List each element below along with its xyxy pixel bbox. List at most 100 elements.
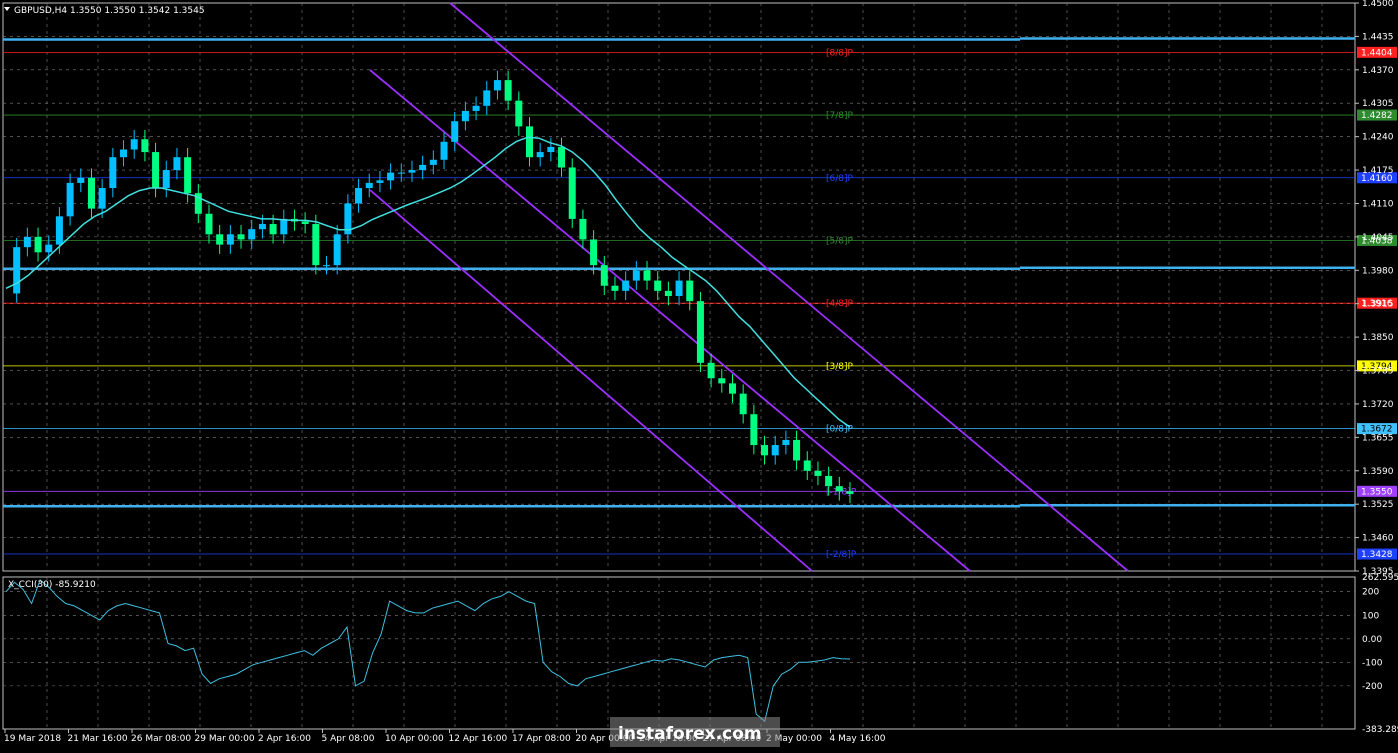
candle-body: [803, 460, 811, 471]
cci-line: [5, 579, 851, 723]
candle-body: [664, 290, 672, 296]
level-price-tag: 1.4282: [1361, 111, 1393, 121]
candle-body: [429, 159, 437, 165]
price-tick-label: 1.4240: [1362, 133, 1394, 143]
candle-body: [750, 414, 758, 446]
indicator-tick-label: -383.2898: [1362, 725, 1398, 735]
candle-body: [13, 247, 21, 294]
level-label: [8/8]P: [826, 48, 854, 58]
level-label: [5/8]P: [826, 236, 854, 246]
candle-body: [451, 121, 459, 142]
candle-body: [258, 224, 266, 230]
candle-body: [205, 213, 213, 235]
time-tick-label: 12 Apr 16:00: [449, 734, 508, 744]
price-tick-label: 1.3460: [1362, 534, 1394, 544]
candle-body: [216, 234, 224, 245]
price-tick-label: 1.3590: [1362, 467, 1394, 477]
price-chart[interactable]: [8/8]P 1.4404[7/8]P 1.4282[6/8]P 1.4160[5/8…: [0, 0, 1398, 749]
candle-body: [130, 139, 138, 150]
candle-body: [23, 236, 31, 248]
candle-body: [440, 141, 448, 160]
candle-body: [55, 216, 63, 245]
candle-body: [333, 234, 341, 266]
candle-body: [504, 80, 512, 101]
candle-body: [771, 445, 779, 456]
candle-body: [696, 301, 704, 363]
candle-body: [98, 188, 106, 209]
candle-body: [397, 172, 405, 174]
price-tick-label: 1.3980: [1362, 266, 1394, 276]
price-tick-label: 1.4435: [1362, 32, 1394, 42]
candle-body: [707, 362, 715, 379]
candle-body: [558, 146, 566, 168]
candle-body: [547, 146, 555, 153]
candle-body: [728, 383, 736, 394]
level-label: [6/8]P: [826, 174, 854, 184]
candle-body: [814, 470, 822, 476]
candle-body: [515, 100, 523, 127]
time-tick-label: 5 Apr 08:00: [322, 734, 375, 744]
level-price-tag: 1.4404: [1361, 48, 1393, 58]
level-label: [7/8]P: [826, 111, 854, 121]
dropdown-triangle-icon[interactable]: [4, 7, 10, 11]
candle-body: [483, 90, 491, 106]
price-tick-label: 1.4500: [1362, 0, 1394, 9]
candle-body: [237, 234, 245, 240]
symbol-header: GBPUSD,H4 1.3550 1.3550 1.3542 1.3545: [14, 6, 205, 16]
candle-body: [536, 152, 544, 158]
time-tick-label: 21 Mar 16:00: [68, 734, 128, 744]
candle-body: [568, 167, 576, 219]
candle-body: [45, 244, 53, 253]
channel-line: [449, 2, 1129, 572]
candle-body: [525, 126, 533, 158]
price-tick-label: 1.3655: [1362, 433, 1394, 443]
candle-body: [269, 224, 277, 235]
indicator-tick-label: 200: [1362, 588, 1379, 598]
price-tick-label: 1.3720: [1362, 400, 1394, 410]
time-tick-label: 29 Mar 00:00: [195, 734, 255, 744]
candle-body: [184, 157, 192, 194]
price-tick-label: 1.3785: [1362, 367, 1394, 377]
channel-line: [369, 69, 971, 572]
candle-body: [226, 234, 234, 245]
candle-body: [248, 229, 256, 240]
candle-body: [387, 172, 395, 181]
candle-body: [376, 180, 384, 183]
candle-body: [472, 105, 480, 111]
price-tick-label: 1.3525: [1362, 500, 1394, 510]
candle-body: [675, 280, 683, 296]
time-tick-label: 19 Mar 2018: [4, 734, 61, 744]
indicator-frame: [2, 576, 1356, 730]
indicator-tick-label: 0.00: [1362, 635, 1382, 645]
regression-channel: [369, 2, 1129, 572]
cci-indicator-panel: 262.5955 200 100 0.00 -100 -200 -383.2898: [2, 573, 1398, 735]
candle-body: [579, 218, 587, 240]
indicator-tick-label: 262.5955: [1362, 573, 1398, 583]
price-tick-label: 1.4045: [1362, 233, 1394, 243]
candle-body: [493, 80, 501, 91]
candle-body: [761, 445, 769, 456]
candle-body: [34, 236, 42, 253]
candle-body: [365, 182, 373, 189]
price-tick-label: 1.4370: [1362, 66, 1394, 76]
candle-body: [846, 491, 854, 494]
candle-body: [739, 393, 747, 415]
candle-body: [280, 218, 288, 235]
level-price-tag: 1.3550: [1361, 487, 1393, 497]
indicator-tick-label: -200: [1362, 682, 1383, 692]
candle-body: [643, 270, 651, 281]
price-tick-label: 1.4175: [1362, 166, 1394, 176]
chart-root: [8/8]P 1.4404 [7/8]P 1.4282 [6/8]P 1.4160 [5/8…: [0, 0, 1398, 749]
cci-header: X_CCI(30) -85.9210: [8, 580, 96, 590]
watermark-text: instaforex.com: [618, 724, 762, 744]
price-tick-label: 1.4305: [1362, 99, 1394, 109]
candle-body: [120, 149, 128, 158]
candle-body: [77, 177, 85, 183]
price-tick-label: 1.3915: [1362, 300, 1394, 310]
indicator-tick-label: -100: [1362, 658, 1383, 668]
candle-body: [590, 239, 598, 266]
candle-body: [408, 170, 416, 173]
time-tick-label: 2 Apr 16:00: [258, 734, 311, 744]
candle-body: [782, 439, 790, 446]
time-tick-label: 4 May 16:00: [830, 734, 886, 744]
